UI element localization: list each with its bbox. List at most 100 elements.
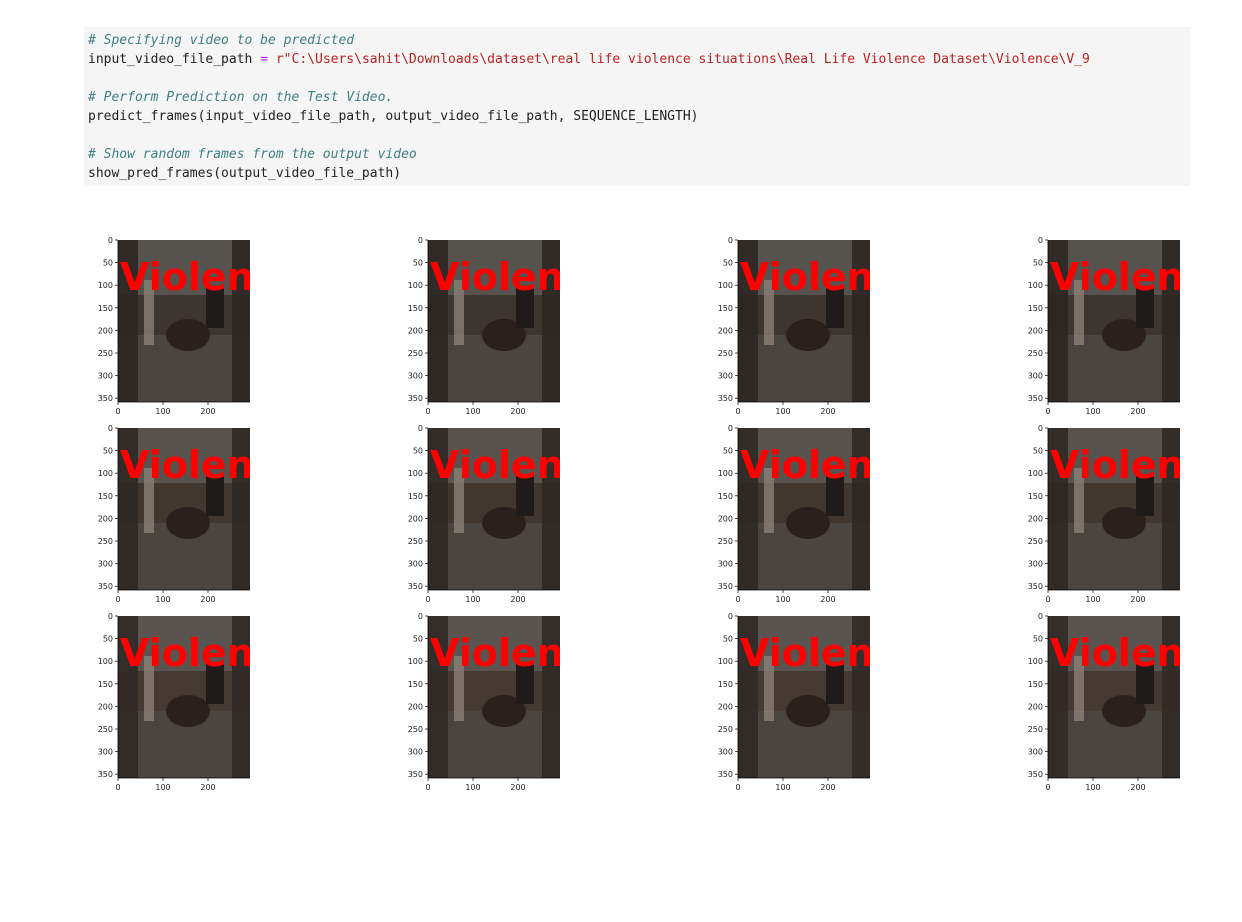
y-tick-label: 100 [98, 469, 113, 478]
y-tick-label: 150 [98, 492, 113, 501]
x-tick-label: 200 [510, 407, 525, 416]
y-tick-label: 0 [728, 236, 733, 245]
y-tick-label: 250 [718, 349, 733, 358]
y-tick-label: 100 [1028, 281, 1043, 290]
x-tick-label: 0 [735, 407, 740, 416]
y-tick-label: 50 [1033, 447, 1043, 456]
y-tick-label: 200 [98, 514, 113, 523]
frame-plot-11: Violence 0 50 100 150 200 250 300 350 0 100 200 [708, 610, 880, 796]
x-tick-label: 200 [1130, 407, 1145, 416]
function-call: show_pred_frames(output_video_file_path) [88, 166, 402, 181]
y-tick-label: 200 [1028, 514, 1043, 523]
comment: # Perform Prediction on the Test Video. [88, 90, 394, 105]
code-cell[interactable]: # Specifying video to be predicted input… [84, 27, 1190, 186]
y-tick-label: 150 [1028, 304, 1043, 313]
y-tick-label: 300 [1028, 560, 1043, 569]
x-tick-label: 0 [1045, 407, 1050, 416]
frame-plot-4: Violence 0 50 100 150 200 250 300 350 0 100 200 [1018, 234, 1190, 420]
y-tick-label: 300 [1028, 372, 1043, 381]
frame-plot-7: Violence 0 50 100 150 200 250 300 350 0 100 200 [708, 422, 880, 608]
x-tick-label: 200 [820, 783, 835, 792]
y-tick-label: 200 [98, 702, 113, 711]
frame-plot-9: Violence 0 50 100 150 200 250 300 350 0 100 200 [88, 610, 260, 796]
y-tick-label: 350 [718, 394, 733, 403]
x-tick-label: 0 [735, 783, 740, 792]
x-tick-label: 0 [1045, 783, 1050, 792]
y-tick-label: 150 [718, 304, 733, 313]
y-tick-label: 50 [413, 259, 423, 268]
y-tick-label: 250 [408, 349, 423, 358]
x-tick-label: 100 [775, 595, 790, 604]
y-tick-label: 0 [418, 424, 423, 433]
y-tick-label: 50 [723, 259, 733, 268]
y-tick-label: 350 [1028, 770, 1043, 779]
y-tick-label: 350 [98, 582, 113, 591]
y-tick-label: 0 [1038, 424, 1043, 433]
prediction-label: Violence [430, 255, 612, 299]
x-tick-label: 100 [775, 407, 790, 416]
y-tick-label: 350 [98, 770, 113, 779]
y-tick-label: 250 [1028, 349, 1043, 358]
y-tick-label: 300 [408, 372, 423, 381]
y-tick-label: 200 [98, 326, 113, 335]
x-tick-label: 0 [425, 595, 430, 604]
x-tick-label: 200 [820, 595, 835, 604]
prediction-label: Violence [740, 443, 922, 487]
x-tick-label: 0 [115, 595, 120, 604]
y-tick-label: 250 [408, 725, 423, 734]
x-tick-label: 100 [465, 407, 480, 416]
y-tick-label: 200 [408, 702, 423, 711]
prediction-label: Violence [120, 631, 302, 675]
y-tick-label: 350 [1028, 394, 1043, 403]
x-tick-label: 100 [1085, 783, 1100, 792]
prediction-label: Violence [740, 631, 922, 675]
y-tick-label: 0 [108, 236, 113, 245]
y-tick-label: 150 [1028, 492, 1043, 501]
y-tick-label: 100 [1028, 657, 1043, 666]
x-tick-label: 100 [465, 783, 480, 792]
x-tick-label: 200 [200, 595, 215, 604]
y-tick-label: 0 [108, 424, 113, 433]
x-tick-label: 0 [1045, 595, 1050, 604]
y-tick-label: 200 [718, 514, 733, 523]
y-tick-label: 250 [98, 349, 113, 358]
y-tick-label: 350 [718, 770, 733, 779]
y-tick-label: 250 [98, 725, 113, 734]
x-tick-label: 200 [1130, 783, 1145, 792]
prediction-label: Violence [430, 631, 612, 675]
x-tick-label: 200 [200, 783, 215, 792]
y-tick-label: 50 [413, 447, 423, 456]
y-tick-label: 50 [1033, 635, 1043, 644]
y-tick-label: 0 [108, 612, 113, 621]
y-tick-label: 150 [1028, 680, 1043, 689]
y-tick-label: 150 [718, 492, 733, 501]
y-tick-label: 300 [98, 372, 113, 381]
code-line-4: # Perform Prediction on the Test Video. [88, 88, 1190, 107]
x-tick-label: 100 [1085, 595, 1100, 604]
x-tick-label: 0 [425, 783, 430, 792]
y-tick-label: 50 [723, 635, 733, 644]
y-tick-label: 300 [718, 560, 733, 569]
y-tick-label: 300 [408, 748, 423, 757]
y-tick-label: 150 [98, 680, 113, 689]
x-tick-label: 200 [510, 783, 525, 792]
frame-plot-6: Violence 0 50 100 150 200 250 300 350 0 100 200 [398, 422, 570, 608]
prediction-label: Violence [120, 255, 302, 299]
y-tick-label: 100 [718, 281, 733, 290]
y-tick-label: 150 [98, 304, 113, 313]
y-tick-label: 200 [718, 702, 733, 711]
y-tick-label: 150 [408, 304, 423, 313]
y-tick-label: 100 [718, 657, 733, 666]
frame-plot-2: Violence 0 50 100 150 200 250 300 350 0 100 200 [398, 234, 570, 420]
function-call: predict_frames(input_video_file_path, ou… [88, 109, 699, 124]
x-tick-label: 0 [425, 407, 430, 416]
variable-name: input_video_file_path [88, 52, 253, 67]
x-tick-label: 0 [735, 595, 740, 604]
y-tick-label: 0 [1038, 236, 1043, 245]
x-tick-label: 100 [1085, 407, 1100, 416]
y-tick-label: 100 [98, 281, 113, 290]
code-line-8: show_pred_frames(output_video_file_path) [88, 164, 1190, 183]
code-line-7: # Show random frames from the output vid… [88, 145, 1190, 164]
y-tick-label: 200 [408, 326, 423, 335]
frame-plot-10: Violence 0 50 100 150 200 250 300 350 0 100 200 [398, 610, 570, 796]
